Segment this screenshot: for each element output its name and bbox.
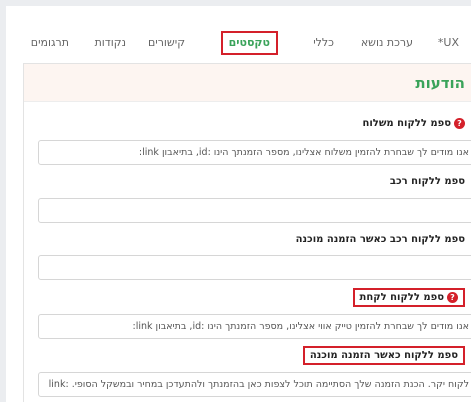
panel-header: הודעות (24, 64, 471, 102)
sms-car-input[interactable] (38, 198, 471, 223)
sms-order-ready-input[interactable]: לקוח יקר. הכנת הזמנה שלך הסתיימה תוכל לצ… (38, 372, 471, 397)
tab-general[interactable]: כללי (313, 28, 334, 58)
sms-takeaway-input[interactable]: אנו מודים לך שבחרת להזמין טייק אווי אצלי… (38, 314, 471, 339)
tab-ux[interactable]: UX* (438, 28, 459, 58)
field-label-text: ספמ ללקוח משלוח (362, 118, 451, 129)
settings-tabs: UX* ערכת נושא כללי טקסטים קישורים נקודות… (6, 28, 471, 64)
field-label-sms-takeaway: ? ספמ ללקוח לקחת (352, 288, 465, 307)
field-label-sms-order-ready: ספמ ללקוח כאשר הזמנה מוכנה (302, 346, 465, 365)
tab-texts[interactable]: טקסטים (220, 31, 278, 55)
question-circle-icon[interactable]: ? (447, 292, 458, 303)
field-label-sms-delivery: ? ספמ ללקוח משלוח (362, 118, 465, 129)
field-label-text: ספמ ללקוח כאשר הזמנה מוכנה (309, 350, 458, 361)
field-label-sms-car: ספמ ללקוח רכב (390, 176, 465, 187)
question-circle-icon[interactable]: ? (454, 118, 465, 129)
sms-car-ready-input[interactable] (38, 255, 471, 280)
field-label-sms-car-ready: ספמ ללקוח רכב כאשר הזמנה מוכנה (296, 234, 465, 245)
settings-frame: UX* ערכת נושא כללי טקסטים קישורים נקודות… (6, 6, 471, 402)
field-label-text: ספמ ללקוח לקחת (359, 292, 444, 303)
panel-title: הודעות (415, 74, 465, 92)
tab-translations[interactable]: תרגומים (31, 28, 69, 58)
tab-theme[interactable]: ערכת נושא (361, 28, 413, 58)
sms-delivery-input[interactable]: אנו מודים לך שבחרת להזמין משלוח אצלינו, … (38, 140, 471, 165)
messages-panel: הודעות ? ספמ ללקוח משלוח אנו מודים לך שב… (23, 63, 471, 402)
tab-points[interactable]: נקודות (95, 28, 126, 58)
field-label-text: ספמ ללקוח רכב כאשר הזמנה מוכנה (295, 234, 465, 245)
field-label-text: ספמ ללקוח רכב (389, 176, 465, 187)
tab-links[interactable]: קישורים (148, 28, 185, 58)
